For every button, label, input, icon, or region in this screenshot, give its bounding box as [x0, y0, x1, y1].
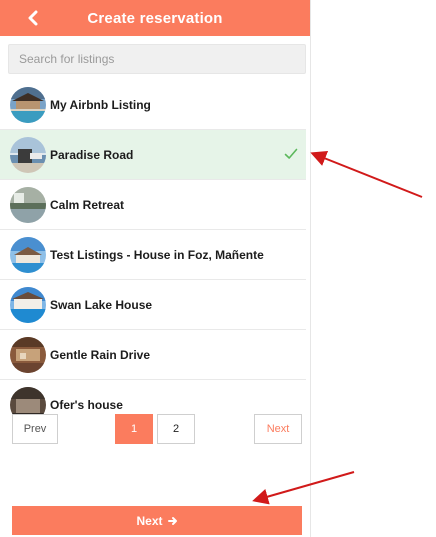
- listing-label: Calm Retreat: [50, 197, 125, 212]
- listing-item[interactable]: My Airbnb Listing: [0, 80, 306, 130]
- next-page-button[interactable]: Next: [254, 414, 302, 444]
- listing-avatar: [10, 336, 46, 373]
- arrow-right-icon: [167, 516, 178, 526]
- back-button[interactable]: [22, 7, 44, 29]
- listing-item[interactable]: Test Listings - House in Foz, Mañente: [0, 230, 306, 280]
- listing-label: Swan Lake House: [50, 297, 153, 312]
- listing-label: Test Listings - House in Foz, Mañente: [50, 247, 264, 262]
- listing-avatar: [10, 186, 46, 223]
- listing-list: My Airbnb Listing Paradise Road Calm Ret…: [0, 80, 306, 430]
- page: Create reservation My Airbnb Li: [0, 0, 436, 537]
- annotation-arrow-listing: [310, 151, 423, 198]
- page-title: Create reservation: [87, 9, 223, 27]
- listing-label: Ofer's house: [50, 398, 123, 412]
- listing-label: My Airbnb Listing: [50, 97, 151, 112]
- listing-item[interactable]: Swan Lake House: [0, 280, 306, 330]
- app-frame: Create reservation My Airbnb Li: [0, 0, 311, 537]
- listing-avatar: [10, 236, 46, 273]
- listing-item[interactable]: Gentle Rain Drive: [0, 330, 306, 380]
- search-box[interactable]: [8, 44, 306, 74]
- next-button-label: Next: [136, 513, 163, 528]
- header-bar: Create reservation: [0, 0, 310, 36]
- prev-page-button[interactable]: Prev: [12, 414, 58, 444]
- listing-label: Paradise Road: [50, 147, 134, 162]
- listing-avatar: [10, 86, 46, 123]
- listing-item[interactable]: Calm Retreat: [0, 180, 306, 230]
- listing-avatar: [10, 136, 46, 173]
- listing-avatar: [10, 286, 46, 323]
- page-2-button[interactable]: 2: [157, 414, 195, 444]
- checkmark-icon: [284, 148, 298, 159]
- chevron-left-icon: [28, 10, 38, 26]
- search-input[interactable]: [17, 51, 297, 67]
- next-button[interactable]: Next: [12, 506, 302, 535]
- listing-label: Gentle Rain Drive: [50, 347, 151, 362]
- listing-item-selected[interactable]: Paradise Road: [0, 130, 306, 180]
- page-1-button[interactable]: 1: [115, 414, 153, 444]
